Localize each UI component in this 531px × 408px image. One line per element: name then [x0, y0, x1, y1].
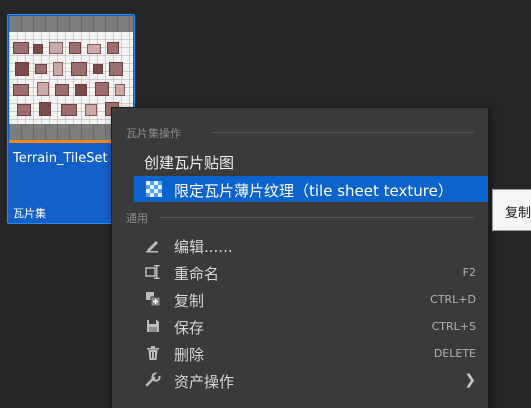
section-header-tileset-actions: 瓦片集操作 — [126, 127, 181, 140]
section-divider — [212, 132, 474, 133]
checker-texture-icon — [146, 181, 162, 197]
menu-item-shortcut: CTRL+S — [431, 320, 476, 333]
wrench-icon — [145, 372, 161, 388]
menu-item-create-tilemap[interactable]: 创建瓦片贴图 — [112, 148, 488, 174]
menu-item-asset-actions[interactable]: 资产操作 ❯ — [112, 367, 488, 393]
section-header-common: 通用 — [126, 212, 148, 225]
menu-item-save[interactable]: 保存 CTRL+S — [112, 313, 488, 339]
menu-item-shortcut: F2 — [462, 266, 476, 279]
chevron-right-icon: ❯ — [464, 372, 476, 388]
menu-item-label: 保存 — [174, 319, 205, 337]
submenu-item-copy[interactable]: 复制 — [505, 202, 531, 221]
rename-icon — [145, 264, 161, 280]
menu-item-condition-tile-sheet-texture[interactable]: 限定瓦片薄片纹理（tile sheet texture） — [134, 176, 488, 202]
menu-item-label: 删除 — [174, 346, 205, 364]
trash-icon — [145, 345, 161, 361]
menu-item-shortcut: DELETE — [433, 347, 476, 360]
menu-item-delete[interactable]: 删除 DELETE — [112, 340, 488, 366]
menu-item-label: 编辑...... — [174, 238, 233, 256]
menu-item-shortcut: CTRL+D — [430, 293, 476, 306]
pencil-icon — [145, 237, 161, 253]
menu-item-duplicate[interactable]: 复制 CTRL+D — [112, 286, 488, 312]
menu-item-label: 资产操作 — [174, 373, 235, 391]
menu-item-edit[interactable]: 编辑...... — [112, 232, 488, 258]
menu-item-label: 复制 — [174, 292, 205, 310]
context-menu: 瓦片集操作 创建瓦片贴图 限定瓦片薄片纹理（tile sheet texture… — [112, 108, 488, 408]
menu-item-rename[interactable]: 重命名 F2 — [112, 259, 488, 285]
save-icon — [145, 318, 161, 334]
menu-item-label: 创建瓦片贴图 — [144, 154, 235, 172]
duplicate-icon — [145, 291, 161, 307]
submenu-popup: 复制 — [492, 189, 531, 231]
thumbnail-top-row — [9, 16, 133, 32]
asset-type-label: 瓦片集 — [13, 207, 46, 220]
menu-item-label: 限定瓦片薄片纹理（tile sheet texture） — [174, 182, 453, 200]
menu-item-label: 重命名 — [174, 265, 220, 283]
section-divider — [160, 217, 474, 218]
